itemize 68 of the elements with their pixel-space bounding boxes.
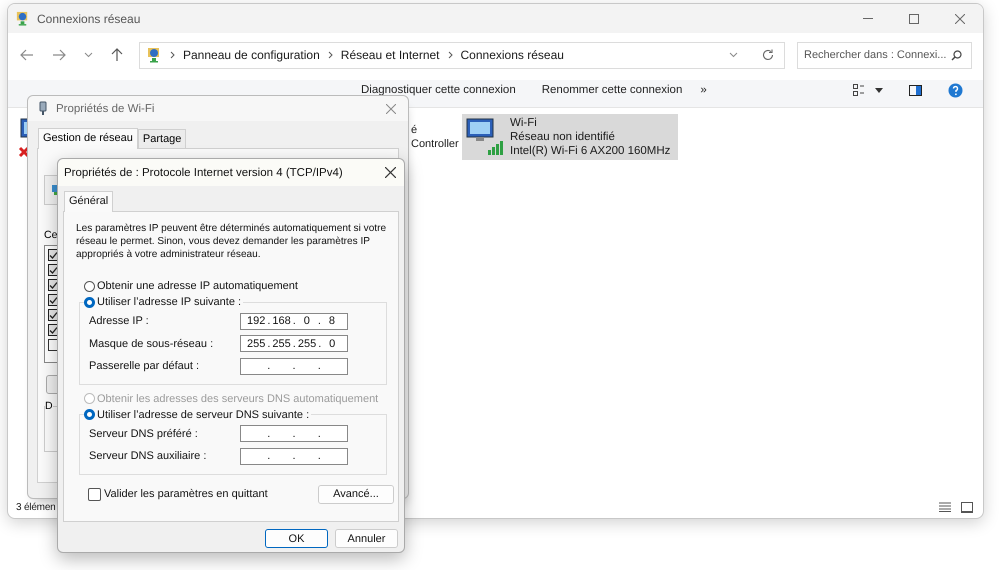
field-label: Passerelle par défaut : <box>89 360 200 372</box>
help-icon[interactable] <box>948 82 963 98</box>
tab[interactable]: Général <box>64 191 114 212</box>
dialog-button[interactable]: OK <box>265 529 328 548</box>
address-bar[interactable]: Panneau de configuration Réseau et Internet Connexions réseau <box>139 42 785 68</box>
chevron-down-icon[interactable] <box>729 52 738 58</box>
list-label: Ce <box>44 229 58 241</box>
radio-label: Utiliser l’adresse IP suivante : <box>97 296 242 308</box>
radio-label: Utiliser l’adresse de serveur DNS suivante : <box>97 408 310 420</box>
item-count: 3 élémen <box>16 502 56 512</box>
field-label: Serveur DNS auxiliaire : <box>89 450 208 462</box>
breadcrumb[interactable]: Panneau de configuration <box>183 48 320 62</box>
chevron-down-icon[interactable] <box>84 52 93 58</box>
network-icon <box>15 11 30 26</box>
checkbox-label: Valider les paramètres en quittant <box>104 488 268 500</box>
chevron-right-icon <box>448 51 453 59</box>
details-view-icon[interactable] <box>939 502 951 512</box>
group-label: D <box>45 400 53 412</box>
connection-detail: Intel(R) Wi-Fi 6 AX200 160MHz <box>510 144 670 158</box>
close-icon[interactable] <box>385 167 396 178</box>
forward-arrow-icon[interactable] <box>52 49 66 61</box>
dialog-title: Propriétés de Wi-Fi <box>56 102 154 114</box>
refresh-icon[interactable] <box>762 49 774 61</box>
ip-address-field[interactable]: 192 . 168 . 0 . 8 <box>240 312 348 330</box>
toolbar-button[interactable]: Diagnostiquer cette connexion <box>361 84 516 96</box>
tab[interactable]: Partage <box>138 129 186 148</box>
back-arrow-icon[interactable] <box>20 49 34 61</box>
search-field[interactable]: Rechercher dans : Connexi... <box>797 42 972 68</box>
radio-button[interactable] <box>84 296 95 308</box>
radio-label: Obtenir une adresse IP automatiquement <box>97 280 298 292</box>
ip-address-field[interactable]: 255 . 255 . 255 . 0 <box>240 335 348 352</box>
ip-address-field[interactable]: . . . <box>240 448 348 465</box>
field-label: Masque de sous-réseau : <box>89 338 214 350</box>
breadcrumb[interactable]: Réseau et Internet <box>340 48 440 62</box>
tiles-view-icon[interactable] <box>961 502 973 512</box>
radio-button[interactable] <box>84 280 95 292</box>
connection-detail: Wi-Fi <box>510 116 538 130</box>
preview-pane-icon[interactable] <box>909 84 922 96</box>
toolbar-button[interactable]: Renommer cette connexion <box>542 84 682 96</box>
connection-detail: Réseau non identifié <box>510 130 616 144</box>
caret-icon[interactable] <box>875 88 883 92</box>
chevron-right-icon <box>328 51 333 59</box>
dialog-button[interactable]: Annuler <box>335 529 398 548</box>
dialog-title: Propriétés de : Protocole Internet version 4 (TCP/IPv4) <box>64 166 343 178</box>
connection-detail: Controller <box>411 137 459 151</box>
window-title: Connexions réseau <box>37 12 140 26</box>
checkbox[interactable] <box>88 488 101 500</box>
ip-address-field[interactable]: . . . <box>240 358 348 375</box>
network-icon <box>146 47 162 63</box>
connection-detail: é <box>411 123 418 137</box>
up-arrow-icon[interactable] <box>111 48 123 62</box>
selected-connection-tile[interactable]: Wi-Fi Réseau non identifié Intel(R) Wi-Fi 6 AX200 160MHz <box>462 114 678 160</box>
breadcrumb[interactable]: Connexions réseau <box>460 48 564 62</box>
chevron-right-icon <box>170 51 175 59</box>
field-label: Adresse IP : <box>89 315 150 328</box>
tab[interactable]: Gestion de réseau <box>38 128 138 149</box>
minimize-icon[interactable] <box>863 18 873 20</box>
ip-address-field[interactable]: . . . <box>240 425 348 442</box>
close-icon[interactable] <box>955 14 965 24</box>
search-icon <box>951 50 962 60</box>
radio-button[interactable] <box>84 409 95 420</box>
maximize-icon[interactable] <box>909 14 919 24</box>
advanced-button[interactable]: Avancé... <box>318 484 394 504</box>
more-commands-button[interactable]: » <box>700 84 707 96</box>
field-label: Serveur DNS préféré : <box>89 428 199 440</box>
intro-text: Les paramètres IP peuvent être déterminés automatiquement si votre réseau le permet. Sinon, vous devez demander les paramètres IP appropriés à votre administrateur réseau. <box>76 222 386 261</box>
radio-label: Obtenir les adresses des serveurs DNS automatiquement <box>97 392 378 404</box>
view-options-icon[interactable] <box>853 84 865 96</box>
